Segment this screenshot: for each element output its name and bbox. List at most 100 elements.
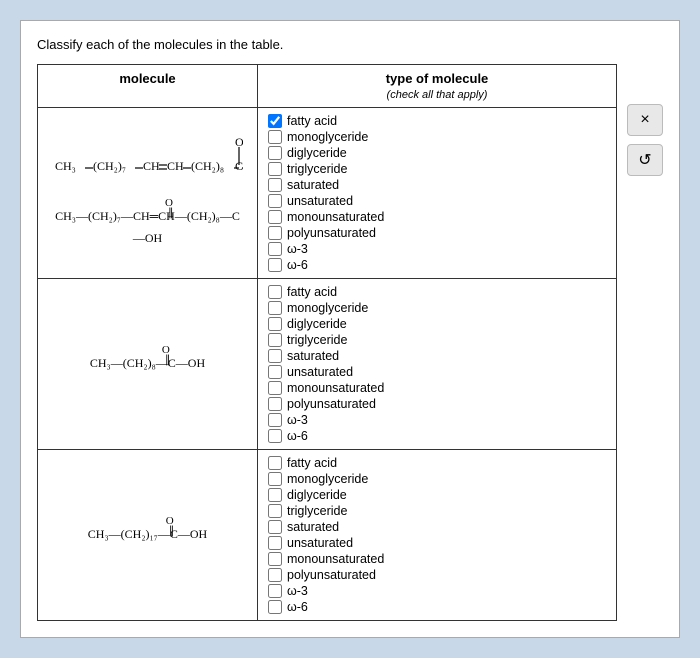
checkbox-saturated-3[interactable] xyxy=(268,520,282,534)
option-label: diglyceride xyxy=(287,146,347,160)
option-label: unsaturated xyxy=(287,365,353,379)
table-wrapper: molecule type of molecule (check all tha… xyxy=(37,64,663,621)
checkbox-diglyceride-3[interactable] xyxy=(268,488,282,502)
svg-text:O: O xyxy=(235,135,243,149)
checkbox-monounsaturated-3[interactable] xyxy=(268,552,282,566)
options-cell-1: fatty acid monoglyceride diglyceride xyxy=(258,108,617,279)
checkbox-monoglyceride-2[interactable] xyxy=(268,301,282,315)
checkbox-monounsaturated-2[interactable] xyxy=(268,381,282,395)
svg-text:CH: CH xyxy=(167,159,184,173)
checkbox-omega6-2[interactable] xyxy=(268,429,282,443)
list-item: ω-6 xyxy=(268,429,606,443)
checkbox-monoglyceride-3[interactable] xyxy=(268,472,282,486)
option-label: triglyceride xyxy=(287,504,347,518)
checkbox-saturated-1[interactable] xyxy=(268,178,282,192)
options-cell-3: fatty acid monoglyceride diglyceride xyxy=(258,450,617,621)
checkbox-diglyceride-2[interactable] xyxy=(268,317,282,331)
list-item: fatty acid xyxy=(268,285,606,299)
checkbox-list-1: fatty acid monoglyceride diglyceride xyxy=(268,114,606,272)
list-item: polyunsaturated xyxy=(268,397,606,411)
checkbox-diglyceride-1[interactable] xyxy=(268,146,282,160)
checkbox-unsaturated-2[interactable] xyxy=(268,365,282,379)
option-label: unsaturated xyxy=(287,194,353,208)
list-item: diglyceride xyxy=(268,317,606,331)
list-item: triglyceride xyxy=(268,504,606,518)
checkbox-monoglyceride-1[interactable] xyxy=(268,130,282,144)
option-label: saturated xyxy=(287,178,339,192)
option-label: diglyceride xyxy=(287,317,347,331)
list-item: polyunsaturated xyxy=(268,226,606,240)
option-label: fatty acid xyxy=(287,285,337,299)
close-button[interactable]: × xyxy=(627,104,663,136)
list-item: monounsaturated xyxy=(268,381,606,395)
option-label: ω-6 xyxy=(287,600,308,614)
col2-header-text: type of molecule xyxy=(386,71,489,86)
list-item: unsaturated xyxy=(268,536,606,550)
instruction-text: Classify each of the molecules in the ta… xyxy=(37,37,663,52)
list-item: unsaturated xyxy=(268,194,606,208)
list-item: ω-6 xyxy=(268,600,606,614)
list-item: fatty acid xyxy=(268,456,606,470)
list-item: triglyceride xyxy=(268,162,606,176)
list-item: triglyceride xyxy=(268,333,606,347)
table-row: O ∥ CH₃—(CH₂)₈—C—OH fatty acid xyxy=(38,279,617,450)
checkbox-omega3-2[interactable] xyxy=(268,413,282,427)
option-label: monounsaturated xyxy=(287,210,384,224)
refresh-button[interactable]: ↺ xyxy=(627,144,663,176)
list-item: ω-3 xyxy=(268,584,606,598)
list-item: monoglyceride xyxy=(268,301,606,315)
checkbox-omega3-3[interactable] xyxy=(268,584,282,598)
checkbox-polyunsaturated-2[interactable] xyxy=(268,397,282,411)
table-row: CH₃ (CH₂)₇ CH xyxy=(38,108,617,279)
list-item: ω-3 xyxy=(268,413,606,427)
svg-text:(CH₂)₇: (CH₂)₇ xyxy=(93,159,126,173)
list-item: ω-6 xyxy=(268,258,606,272)
checkbox-triglyceride-1[interactable] xyxy=(268,162,282,176)
option-label: ω-3 xyxy=(287,413,308,427)
list-item: ω-3 xyxy=(268,242,606,256)
checkbox-omega6-3[interactable] xyxy=(268,600,282,614)
option-label: saturated xyxy=(287,349,339,363)
list-item: monoglyceride xyxy=(268,130,606,144)
checkbox-polyunsaturated-1[interactable] xyxy=(268,226,282,240)
checkbox-list-2: fatty acid monoglyceride diglyceride xyxy=(268,285,606,443)
checkbox-fatty-acid-2[interactable] xyxy=(268,285,282,299)
option-label: ω-3 xyxy=(287,242,308,256)
list-item: saturated xyxy=(268,349,606,363)
checkbox-omega3-1[interactable] xyxy=(268,242,282,256)
checkbox-fatty-acid-1[interactable] xyxy=(268,114,282,128)
option-label: ω-6 xyxy=(287,429,308,443)
checkbox-unsaturated-1[interactable] xyxy=(268,194,282,208)
col1-header: molecule xyxy=(38,65,258,108)
option-label: fatty acid xyxy=(287,456,337,470)
list-item: polyunsaturated xyxy=(268,568,606,582)
option-label: monoglyceride xyxy=(287,472,368,486)
checkbox-omega6-1[interactable] xyxy=(268,258,282,272)
option-label: polyunsaturated xyxy=(287,226,376,240)
refresh-icon: ↺ xyxy=(638,150,651,170)
option-label: polyunsaturated xyxy=(287,397,376,411)
checkbox-unsaturated-3[interactable] xyxy=(268,536,282,550)
checkbox-fatty-acid-3[interactable] xyxy=(268,456,282,470)
checkbox-polyunsaturated-3[interactable] xyxy=(268,568,282,582)
option-label: saturated xyxy=(287,520,339,534)
checkbox-list-3: fatty acid monoglyceride diglyceride xyxy=(268,456,606,614)
checkbox-triglyceride-2[interactable] xyxy=(268,333,282,347)
molecule-cell-2: O ∥ CH₃—(CH₂)₈—C—OH xyxy=(38,279,258,450)
option-label: ω-6 xyxy=(287,258,308,272)
list-item: diglyceride xyxy=(268,146,606,160)
col2-header: type of molecule (check all that apply) xyxy=(258,65,617,108)
molecule-formula-1: CH₃ (CH₂)₇ CH xyxy=(48,132,247,202)
svg-text:CH₃: CH₃ xyxy=(55,159,76,173)
checkbox-saturated-2[interactable] xyxy=(268,349,282,363)
list-item: saturated xyxy=(268,178,606,192)
list-item: saturated xyxy=(268,520,606,534)
checkbox-monounsaturated-1[interactable] xyxy=(268,210,282,224)
option-label: monoglyceride xyxy=(287,301,368,315)
option-label: ω-3 xyxy=(287,584,308,598)
main-container: Classify each of the molecules in the ta… xyxy=(20,20,680,638)
options-cell-2: fatty acid monoglyceride diglyceride xyxy=(258,279,617,450)
checkbox-triglyceride-3[interactable] xyxy=(268,504,282,518)
molecule-cell-1: CH₃ (CH₂)₇ CH xyxy=(38,108,258,279)
table-row: O ∥ CH₃—(CH₂)₁₇—C—OH fatty acid xyxy=(38,450,617,621)
